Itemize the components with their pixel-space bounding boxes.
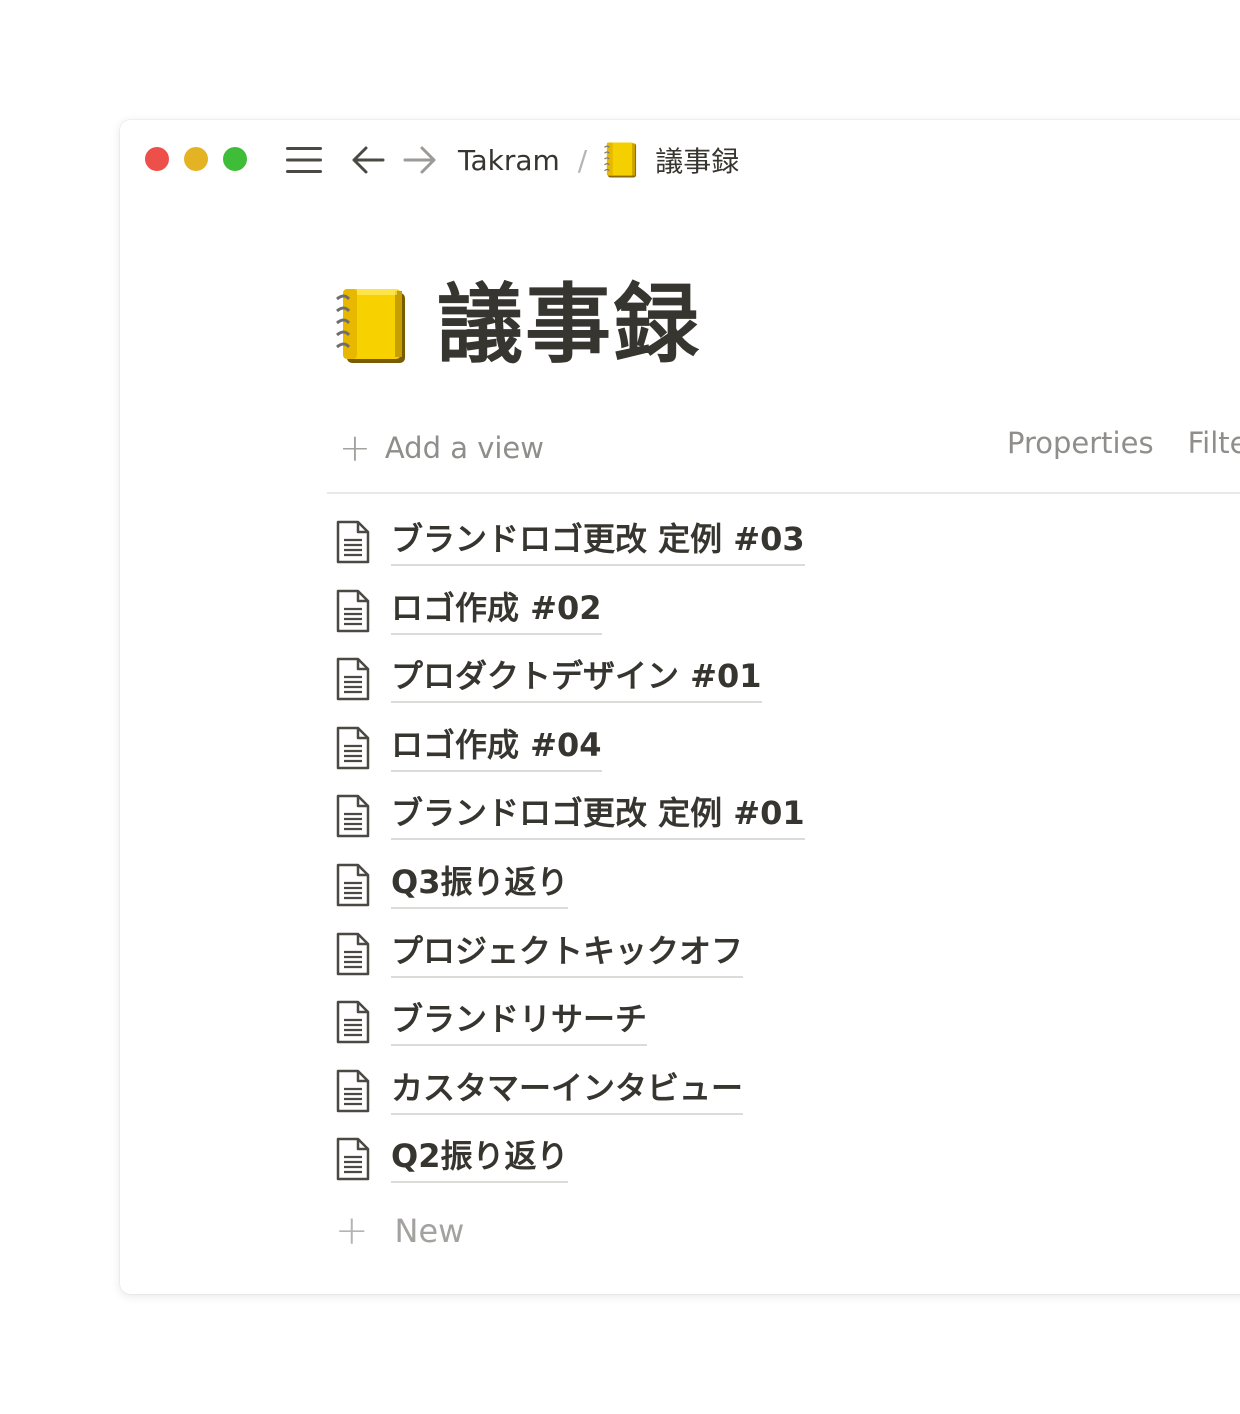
document-icon [335,794,371,838]
list-item[interactable]: Q3振り返り [335,863,805,932]
notebook-icon [603,140,639,180]
list-item-title[interactable]: ブランドロゴ更改 定例 #03 [391,520,805,566]
list-item[interactable]: ブランドリサーチ [335,1000,805,1069]
breadcrumb-workspace[interactable]: Takram [458,144,560,177]
list-item-title[interactable]: プロダクトデザイン #01 [391,657,762,704]
page-header: 議事録 [335,282,701,368]
title-bar: Takram / 議事録 [120,120,1240,200]
document-icon [335,863,371,907]
view-options: Properties Filte [1007,426,1240,460]
list-item[interactable]: カスタマーインタビュー [335,1069,805,1138]
page-list: ブランドロゴ更改 定例 #03 ロゴ作成 #02 プロダクトデザイン #01 ロ… [335,520,805,1254]
filter-button[interactable]: Filte [1188,426,1240,460]
back-arrow-icon[interactable] [348,140,388,180]
document-icon [335,726,371,770]
notebook-icon[interactable] [335,285,409,365]
plus-icon: + [335,1207,369,1254]
list-item-title[interactable]: Q2振り返り [391,1137,569,1184]
list-item[interactable]: ブランドロゴ更改 定例 #03 [335,520,805,589]
document-icon [335,1137,371,1181]
window-close-button[interactable] [145,147,169,171]
app-window: Takram / 議事録 議事録 + Add a view Properties… [120,120,1240,1294]
view-toolbar: + Add a view Properties Filte [327,410,1240,494]
list-item-title[interactable]: ロゴ作成 #02 [391,589,602,635]
breadcrumb-separator: / [577,143,588,177]
list-item[interactable]: ロゴ作成 #04 [335,726,805,795]
list-item-title[interactable]: プロジェクトキックオフ [391,932,744,978]
list-item[interactable]: ブランドロゴ更改 定例 #01 [335,794,805,863]
properties-button[interactable]: Properties [1007,426,1154,460]
sidebar-menu-icon[interactable] [284,142,324,178]
list-item-title[interactable]: ブランドリサーチ [391,1000,648,1047]
document-icon [335,1069,371,1113]
document-icon [335,1000,371,1044]
list-item-title[interactable]: Q3振り返り [391,863,569,909]
new-page-label: New [394,1211,465,1250]
plus-icon: + [339,426,371,470]
list-item-title[interactable]: ロゴ作成 #04 [391,726,602,772]
forward-arrow-icon[interactable] [400,140,440,180]
document-icon [335,932,371,976]
breadcrumb-page[interactable]: 議事録 [655,140,739,180]
list-item-title[interactable]: カスタマーインタビュー [391,1069,744,1115]
list-item-title[interactable]: ブランドロゴ更改 定例 #01 [391,794,805,841]
list-item[interactable]: ロゴ作成 #02 [335,589,805,658]
breadcrumb: Takram / 議事録 [458,138,739,182]
document-icon [335,657,371,701]
document-icon [335,589,371,633]
new-page-button[interactable]: + New [335,1208,805,1254]
window-maximize-button[interactable] [223,147,247,171]
document-icon [335,520,371,564]
add-view-button[interactable]: + Add a view [339,426,544,470]
list-item[interactable]: プロジェクトキックオフ [335,932,805,1001]
window-minimize-button[interactable] [184,147,208,171]
list-item[interactable]: プロダクトデザイン #01 [335,657,805,726]
list-item[interactable]: Q2振り返り [335,1137,805,1206]
page-title: 議事録 [437,275,701,375]
add-view-label: Add a view [384,431,544,465]
